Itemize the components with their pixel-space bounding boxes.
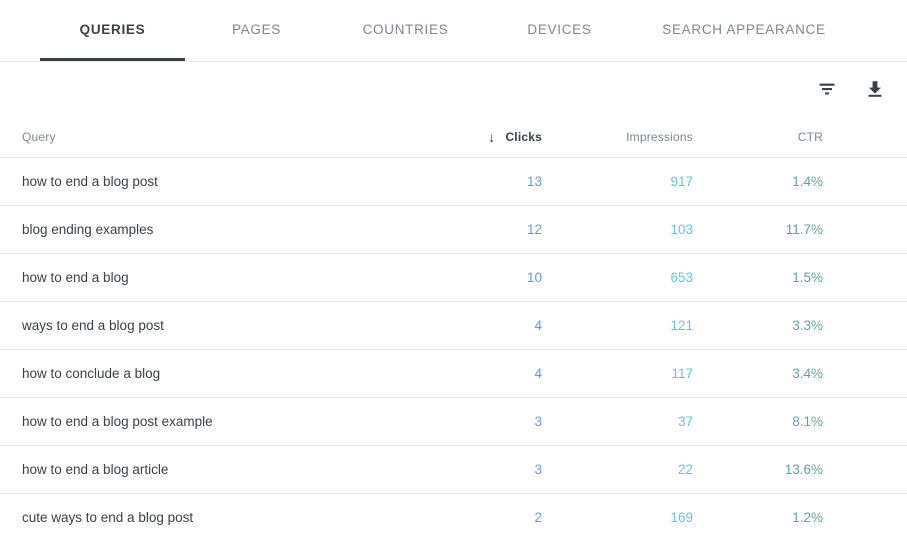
cell-impressions: 103	[670, 222, 693, 237]
cell-position: 6.4	[845, 302, 907, 350]
cell-ctr: 3.4%	[792, 366, 823, 381]
cell-position: 6.8	[845, 158, 907, 206]
tab-bar: QUERIES PAGES COUNTRIES DEVICES SEARCH APPEA…	[0, 0, 907, 62]
cell-clicks: 4	[534, 366, 542, 381]
cell-query: cute ways to end a blog post	[22, 510, 194, 526]
column-header-impressions-label: Impressions	[626, 130, 693, 144]
column-header-clicks-label: Clicks	[505, 129, 542, 144]
table-header-row: Query ↓ Clicks Impressions CTR Position	[0, 117, 907, 158]
cell-clicks: 2	[534, 510, 542, 526]
table-body: how to end a blog post139171.4%6.8blog e…	[0, 157, 907, 542]
cell-clicks: 4	[534, 318, 542, 333]
cell-query: blog ending examples	[22, 222, 154, 237]
cell-position: 6.3	[845, 254, 907, 302]
cell-impressions: 22	[677, 462, 693, 477]
cell-clicks: 12	[526, 222, 542, 237]
cell-position: 7.6	[845, 446, 907, 494]
table-row[interactable]: how to end a blog 10 653 1.5% 6.3	[0, 253, 907, 302]
cell-ctr: 11.7%	[785, 222, 823, 237]
cell-impressions: 917	[670, 174, 693, 189]
tab-list: QUERIES PAGES COUNTRIES DEVICES SEARCH APPEA…	[0, 0, 907, 61]
cell-impressions: 169	[670, 510, 693, 526]
tab-devices-label: DEVICES	[527, 21, 592, 37]
tab-search-appearance[interactable]: SEARCH APPEARANCE	[636, 0, 852, 61]
cell-impressions: 653	[670, 270, 693, 285]
cell-ctr: 13.6%	[784, 462, 823, 477]
cell-ctr: 8.1%	[792, 414, 823, 429]
cell-impressions: 37	[677, 414, 693, 429]
column-header-query-label: Query	[22, 130, 56, 144]
table-row[interactable]: cute ways to end a blog post 2 169 1.2% 8.1	[0, 493, 907, 542]
cell-clicks: 3	[534, 414, 542, 429]
cell-clicks: 13	[526, 174, 542, 189]
table-toolbar	[0, 62, 907, 117]
column-header-ctr-label: CTR	[797, 130, 823, 144]
cell-query: how to conclude a blog	[22, 366, 161, 381]
cell-query: how to end a blog	[22, 270, 129, 285]
column-header-impressions[interactable]: Impressions	[564, 117, 715, 158]
cell-query: how to end a blog post	[22, 174, 158, 189]
table-row[interactable]: how to end a blog post 13 917 1.4% 6.8	[0, 157, 907, 206]
cell-position: 6	[845, 206, 907, 254]
cell-ctr: 1.4%	[792, 174, 823, 189]
tab-search-appearance-label: SEARCH APPEARANCE	[662, 21, 826, 37]
filter-button[interactable]	[811, 74, 843, 106]
cell-query: ways to end a blog post	[22, 318, 164, 333]
tab-countries[interactable]: COUNTRIES	[328, 0, 483, 61]
cell-impressions: 121	[670, 318, 693, 333]
table-row[interactable]: how to conclude a blog 4 117 3.4% 8.8	[0, 349, 907, 398]
tab-devices[interactable]: DEVICES	[483, 0, 636, 61]
cell-clicks: 10	[526, 270, 542, 285]
column-header-position[interactable]: Position	[845, 117, 907, 158]
cell-clicks: 3	[534, 462, 542, 477]
cell-position: 8.1	[845, 494, 907, 542]
tab-pages[interactable]: PAGES	[185, 0, 328, 61]
cell-ctr: 1.2%	[792, 510, 823, 526]
table-row[interactable]: blog ending examples 12 103 11.7% 6	[0, 205, 907, 254]
cell-query: how to end a blog article	[22, 462, 169, 477]
tab-pages-label: PAGES	[231, 21, 282, 37]
cell-position: 7.1	[845, 398, 907, 446]
cell-impressions: 117	[671, 366, 693, 381]
filter-icon	[817, 79, 837, 102]
tab-countries-label: COUNTRIES	[362, 21, 449, 37]
tab-queries[interactable]: QUERIES	[40, 0, 185, 61]
column-header-ctr[interactable]: CTR	[715, 117, 845, 158]
column-header-query[interactable]: Query	[0, 117, 426, 158]
download-icon	[865, 79, 885, 102]
table-row[interactable]: how to end a blog post example 3 37 8.1% 7.1	[0, 397, 907, 446]
cell-ctr: 3.3%	[792, 318, 823, 333]
table-header: Query ↓ Clicks Impressions CTR Position	[0, 117, 907, 158]
table-row[interactable]: ways to end a blog post 4 121 3.3% 6.4	[0, 301, 907, 350]
cell-position: 8.8	[845, 350, 907, 398]
column-header-clicks[interactable]: ↓ Clicks	[426, 117, 564, 158]
performance-table: Query ↓ Clicks Impressions CTR Position …	[0, 117, 907, 542]
cell-query: how to end a blog post example	[22, 414, 213, 429]
download-button[interactable]	[859, 74, 891, 106]
cell-ctr: 1.5%	[792, 270, 823, 285]
table-row[interactable]: how to end a blog article 3 22 13.6% 7.6	[0, 445, 907, 494]
sort-descending-icon: ↓	[488, 128, 496, 145]
tab-queries-label: QUERIES	[79, 21, 146, 37]
